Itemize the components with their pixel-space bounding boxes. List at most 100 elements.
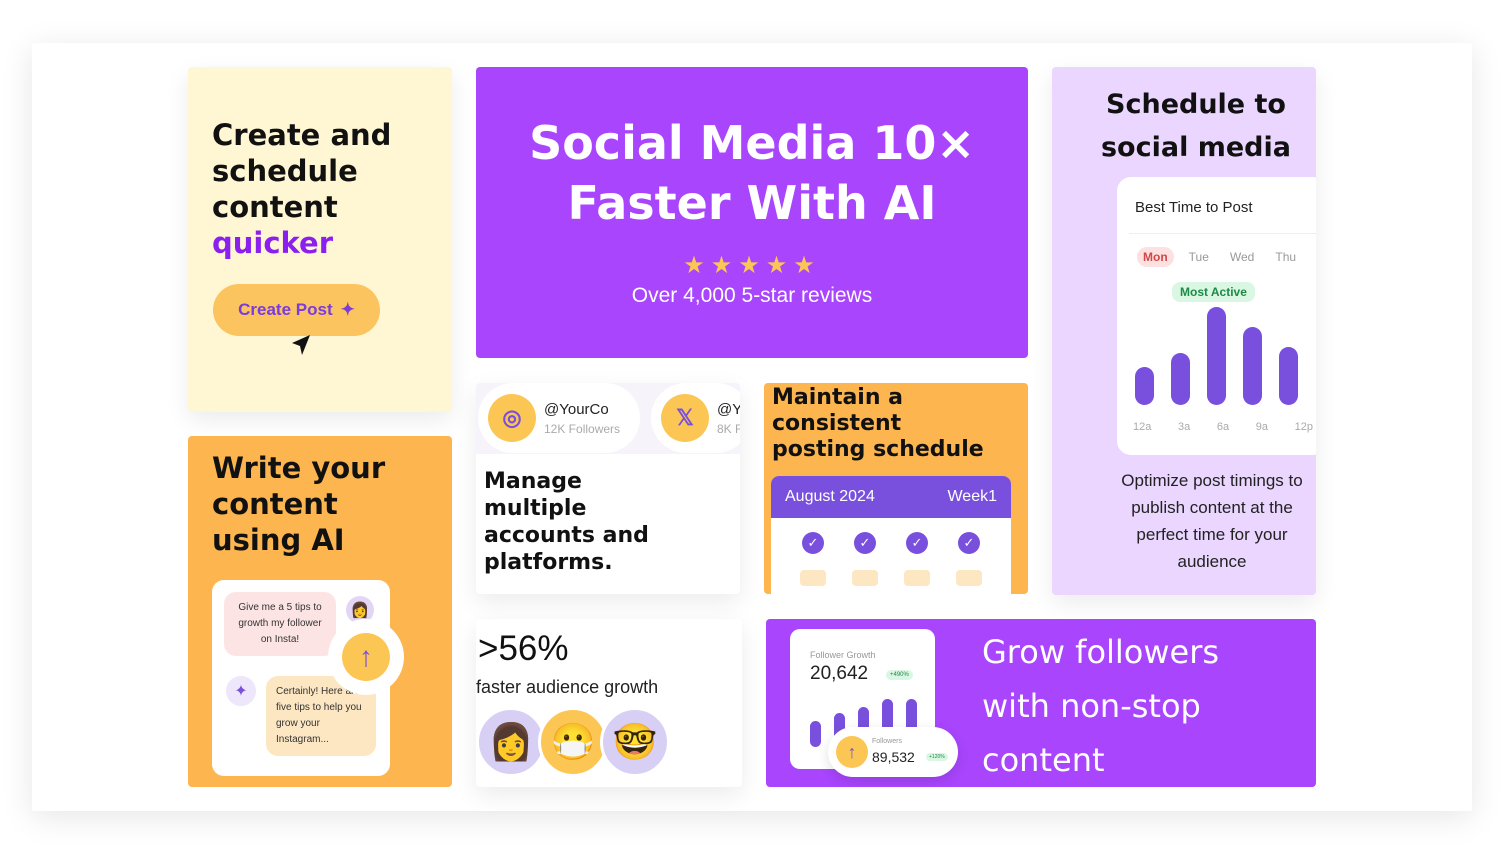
calendar-slot — [956, 570, 982, 586]
title-line: Maintain a — [772, 385, 904, 410]
schedule-consistency-card: Maintain a consistent posting schedule A… — [764, 383, 1028, 594]
day-tab-wed[interactable]: Wed — [1224, 247, 1260, 267]
account-followers: 12K Followers — [544, 421, 621, 436]
activity-bar — [1171, 353, 1190, 405]
title-line: platforms. — [484, 550, 613, 575]
create-content-title: Create and schedule content quicker — [212, 117, 391, 261]
reviews-text: Over 4,000 5-star reviews — [631, 284, 873, 307]
create-post-label: Create Post — [238, 300, 333, 319]
arrow-up-icon: ↑ — [342, 633, 390, 681]
followers-badge: +120% — [926, 753, 948, 761]
write-ai-card: Write your content using AI Give me a 5 … — [188, 436, 452, 787]
cursor-arrow-icon — [292, 335, 310, 355]
day-tab-thu[interactable]: Thu — [1269, 247, 1302, 267]
calendar-checks: ✓ ✓ ✓ ✓ — [771, 518, 1011, 554]
time-tick: 9a — [1255, 421, 1268, 433]
schedule-card: Schedule to social media Best Time to Po… — [1052, 67, 1316, 595]
check-icon: ✓ — [802, 532, 824, 554]
schedule-title: Schedule to social media — [1096, 83, 1296, 169]
accounts-title: Manage multiple accounts and platforms. — [484, 468, 649, 576]
title-line: social media — [1100, 132, 1291, 163]
hero-title: Social Media 10× Faster With AI — [476, 113, 1028, 233]
activity-bars — [1135, 305, 1305, 405]
day-tabs: Mon Tue Wed Thu — [1137, 247, 1302, 267]
avatar: 👩 — [476, 707, 546, 777]
calendar-slot — [852, 570, 878, 586]
calendar-week: Week1 — [947, 488, 997, 505]
calendar-month: August 2024 — [785, 488, 875, 505]
title-line: Schedule to — [1106, 89, 1286, 120]
growth-label: faster audience growth — [476, 677, 659, 697]
arrow-up-icon: ↑ — [836, 736, 868, 768]
title-line: multiple — [484, 496, 587, 521]
most-active-badge: Most Active — [1172, 282, 1255, 302]
star-rating: ★★★★★ — [683, 252, 821, 279]
title-line: consistent — [772, 411, 902, 436]
x-icon: 𝕏 — [661, 394, 709, 442]
calendar-slot — [800, 570, 826, 586]
calendar-widget: August 2024 Week1 ✓ ✓ ✓ ✓ — [771, 476, 1011, 594]
title-line: accounts and — [484, 523, 649, 548]
activity-bar — [1279, 347, 1298, 405]
followers-value: 89,532 — [872, 749, 915, 765]
title-line: Write your — [212, 451, 386, 485]
activity-bar — [1243, 327, 1262, 405]
title-line: Grow followers — [982, 633, 1220, 671]
write-ai-title: Write your content using AI — [212, 450, 385, 558]
check-icon: ✓ — [854, 532, 876, 554]
avatar: 🤓 — [600, 707, 670, 777]
divider — [1129, 233, 1316, 234]
time-tick: 3a — [1177, 421, 1191, 433]
day-tab-mon[interactable]: Mon — [1137, 247, 1174, 267]
title-accent: quicker — [212, 226, 334, 260]
title-line: content — [212, 190, 338, 224]
calendar-header: August 2024 Week1 — [771, 476, 1011, 518]
growth-value: 20,642 — [810, 663, 869, 684]
best-time-panel: Best Time to Post Mon Tue Wed Thu Most A… — [1117, 177, 1316, 455]
grow-followers-title: Grow followers with non-stop content — [982, 625, 1219, 787]
grow-followers-card: Follower Growth 20,642 +490% ↑ Followers… — [766, 619, 1316, 787]
instagram-icon: ◎ — [488, 394, 536, 442]
time-tick: 12a — [1133, 421, 1152, 433]
send-button[interactable]: ↑ — [328, 619, 404, 695]
growth-badge: +490% — [886, 670, 913, 680]
create-content-card: Create and schedule content quicker Crea… — [188, 67, 452, 412]
title-line: Create and — [212, 118, 392, 152]
title-line: content — [212, 487, 338, 521]
maintain-title: Maintain a consistent posting schedule — [772, 385, 984, 463]
time-axis: 12a 3a 6a 9a 12p — [1133, 421, 1313, 433]
avatar-group: 👩 😷 🤓 — [476, 707, 670, 777]
calendar-slot — [904, 570, 930, 586]
hero-title-line: Social Media 10× — [529, 116, 975, 170]
account-followers: 8K F — [717, 421, 740, 436]
time-tick: 6a — [1216, 421, 1230, 433]
calendar-slots — [771, 554, 1011, 586]
title-line: with non-stop — [982, 687, 1201, 725]
check-icon: ✓ — [906, 532, 928, 554]
avatar: 😷 — [538, 707, 608, 777]
time-tick: 12p — [1294, 421, 1313, 433]
day-tab-tue[interactable]: Tue — [1183, 247, 1215, 267]
sparkle-icon: ✦ — [340, 300, 355, 319]
account-handle: @YourCo — [544, 400, 609, 418]
audience-growth-card: >56% faster audience growth 👩 😷 🤓 — [476, 619, 742, 787]
followers-popup: ↑ Followers 89,532 +120% — [828, 727, 958, 777]
ai-sparkle-icon: ✦ — [226, 676, 256, 706]
title-line: content — [982, 741, 1105, 779]
best-time-title: Best Time to Post — [1135, 199, 1253, 216]
mini-bar — [810, 721, 821, 747]
hero-title-line: Faster With AI — [567, 176, 937, 230]
activity-bar — [1207, 307, 1226, 405]
account-chip[interactable]: 𝕏 @Y 8K F — [651, 383, 740, 453]
user-message: Give me a 5 tips to growth my follower o… — [224, 592, 336, 656]
growth-stat: >56% — [478, 629, 569, 668]
activity-bar — [1135, 367, 1154, 405]
accounts-card: ◎ @YourCo 12K Followers 𝕏 @Y 8K F Manage… — [476, 383, 740, 594]
title-line: using AI — [212, 523, 345, 557]
account-chip[interactable]: ◎ @YourCo 12K Followers — [478, 383, 640, 453]
title-line: posting schedule — [772, 437, 984, 462]
title-line: schedule — [212, 154, 358, 188]
create-post-button[interactable]: Create Post ✦ — [213, 284, 380, 336]
account-handle: @Y — [717, 400, 740, 418]
title-line: Manage — [484, 469, 582, 494]
